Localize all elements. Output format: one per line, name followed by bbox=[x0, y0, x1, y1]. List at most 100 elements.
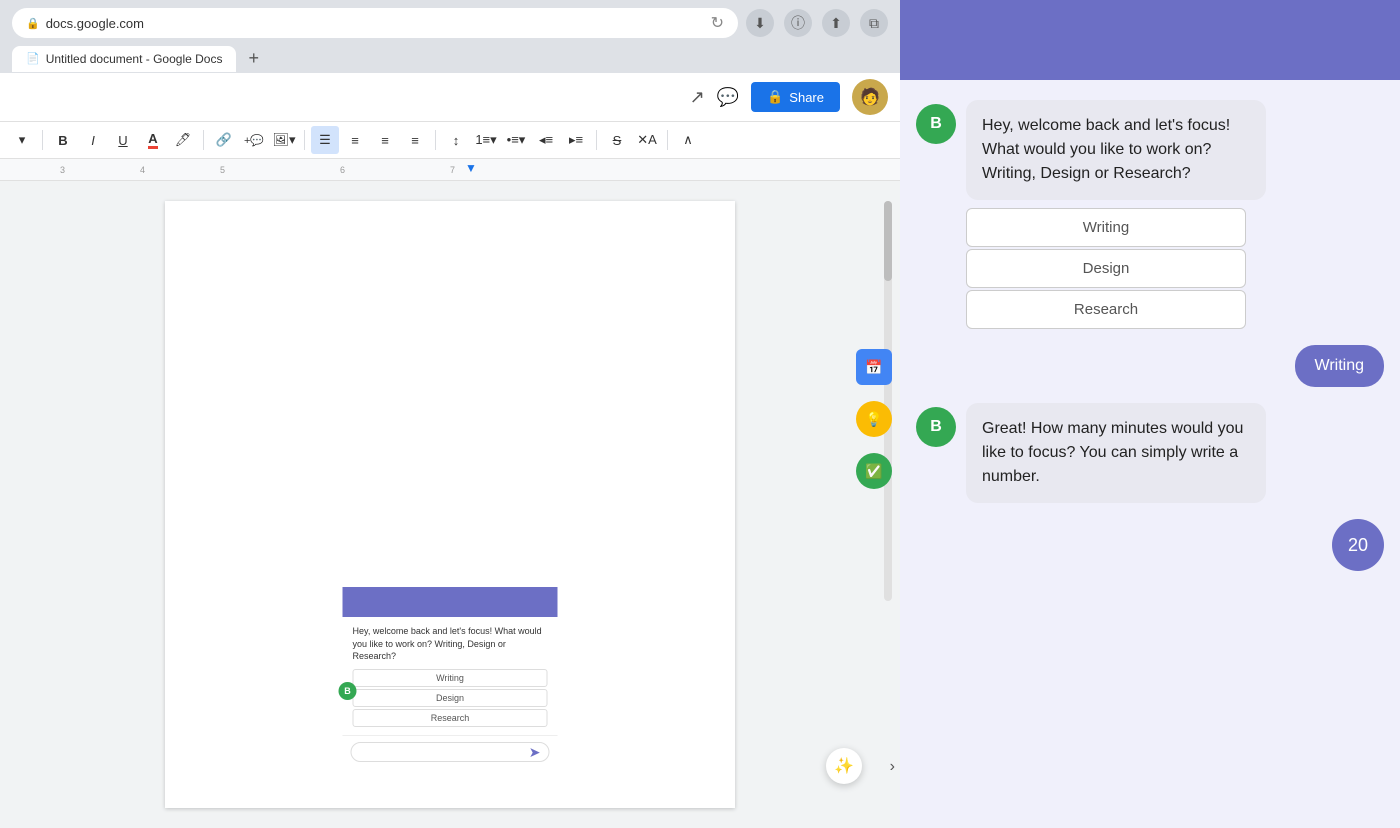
option-design[interactable]: Design bbox=[966, 249, 1246, 288]
ruler-tick-7: 7 bbox=[450, 165, 455, 175]
underline-button[interactable]: U bbox=[109, 126, 137, 154]
bot-avatar-1: B bbox=[916, 104, 956, 144]
align-center-button[interactable]: ≡ bbox=[341, 126, 369, 154]
embedded-chat-container: Hey, welcome back and let's focus! What … bbox=[343, 587, 558, 768]
embedded-option-design[interactable]: Design bbox=[353, 689, 548, 707]
collapse-toolbar-button[interactable]: ∧ bbox=[674, 126, 702, 154]
ruler-tick-6: 6 bbox=[340, 165, 345, 175]
highlight-button[interactable]: 🖊 bbox=[169, 126, 197, 154]
separator3 bbox=[304, 130, 305, 150]
embedded-chat-body: Hey, welcome back and let's focus! What … bbox=[343, 617, 558, 735]
bot-options: Writing Design Research bbox=[966, 208, 1266, 329]
embedded-chat-options: Writing Design Research bbox=[353, 669, 548, 727]
bullet-list-button[interactable]: •≡▾ bbox=[502, 126, 530, 154]
tab-title: Untitled document - Google Docs bbox=[46, 52, 223, 66]
embedded-option-writing[interactable]: Writing bbox=[353, 669, 548, 687]
bot-bubble-1: Hey, welcome back and let's focus! What … bbox=[966, 100, 1266, 329]
embedded-option-research[interactable]: Research bbox=[353, 709, 548, 727]
tab-bar: 📄 Untitled document - Google Docs + bbox=[12, 44, 888, 73]
bot-bubble-2: Great! How many minutes would you like t… bbox=[966, 403, 1266, 503]
ruler: 3 4 5 6 7 ▼ bbox=[0, 159, 900, 181]
numbered-list-button[interactable]: 1≡▾ bbox=[472, 126, 500, 154]
magic-button[interactable]: ✨ bbox=[826, 748, 862, 784]
bot-minutes-text: Great! How many minutes would you like t… bbox=[982, 417, 1250, 489]
strikethrough-button[interactable]: S bbox=[603, 126, 631, 154]
decrease-indent-button[interactable]: ◂≡ bbox=[532, 126, 560, 154]
expand-arrow[interactable]: › bbox=[890, 758, 895, 776]
add-comment-button[interactable]: +💬 bbox=[240, 126, 268, 154]
link-button[interactable]: 🔗 bbox=[210, 126, 238, 154]
send-icon[interactable]: ➤ bbox=[529, 744, 541, 761]
docs-area: ↗ 💬 🔒 Share 🧑 ▾ B I U A 🖊 🔗 +💬 🖼▾ ☰ bbox=[0, 73, 900, 828]
ruler-tick-5: 5 bbox=[220, 165, 225, 175]
active-tab[interactable]: 📄 Untitled document - Google Docs bbox=[12, 46, 236, 72]
increase-indent-button[interactable]: ▸≡ bbox=[562, 126, 590, 154]
align-left-button[interactable]: ☰ bbox=[311, 126, 339, 154]
doc-canvas: Hey, welcome back and let's focus! What … bbox=[0, 181, 900, 828]
address-bar[interactable]: 🔒 docs.google.com ↻ bbox=[12, 8, 738, 38]
calendar-icon[interactable]: 📅 bbox=[856, 349, 892, 385]
separator2 bbox=[203, 130, 204, 150]
bot-message-1: B Hey, welcome back and let's focus! Wha… bbox=[916, 100, 1384, 329]
font-dropdown[interactable]: ▾ bbox=[8, 126, 36, 154]
italic-button[interactable]: I bbox=[79, 126, 107, 154]
user-message-number: 20 bbox=[916, 519, 1384, 571]
embedded-chat-input[interactable]: ➤ bbox=[351, 742, 550, 762]
url-text: docs.google.com bbox=[46, 16, 144, 31]
bulb-icon[interactable]: 💡 bbox=[856, 401, 892, 437]
bold-button[interactable]: B bbox=[49, 126, 77, 154]
doc-page[interactable]: Hey, welcome back and let's focus! What … bbox=[165, 201, 735, 808]
user-number-bubble: 20 bbox=[1332, 519, 1384, 571]
info-icon[interactable]: ⓘ bbox=[784, 9, 812, 37]
ruler-tab-stop: ▼ bbox=[465, 161, 477, 175]
separator bbox=[42, 130, 43, 150]
separator4 bbox=[435, 130, 436, 150]
avatar[interactable]: 🧑 bbox=[852, 79, 888, 115]
align-justify-button[interactable]: ≡ bbox=[401, 126, 429, 154]
embedded-bot-avatar: B bbox=[339, 682, 357, 700]
right-icons-panel: 📅 💡 ✅ bbox=[848, 341, 900, 497]
ruler-tick-4: 4 bbox=[140, 165, 145, 175]
user-message-writing: Writing bbox=[916, 345, 1384, 387]
bot-bubble-content-1: Hey, welcome back and let's focus! What … bbox=[966, 100, 1266, 200]
line-spacing-button[interactable]: ↕ bbox=[442, 126, 470, 154]
lock-share-icon: 🔒 bbox=[767, 89, 783, 105]
clear-format-button[interactable]: ✕A bbox=[633, 126, 661, 154]
embedded-chat-header bbox=[343, 587, 558, 617]
separator5 bbox=[596, 130, 597, 150]
scrollbar-thumb[interactable] bbox=[884, 201, 892, 281]
share-label: Share bbox=[789, 90, 824, 105]
separator6 bbox=[667, 130, 668, 150]
image-button[interactable]: 🖼▾ bbox=[270, 126, 298, 154]
embedded-chat-input-area: ➤ bbox=[343, 735, 558, 768]
option-writing[interactable]: Writing bbox=[966, 208, 1246, 247]
align-right-button[interactable]: ≡ bbox=[371, 126, 399, 154]
check-icon[interactable]: ✅ bbox=[856, 453, 892, 489]
browser-chrome: 🔒 docs.google.com ↻ ⬇ ⓘ ⬆ ⧉ 📄 Untitled d… bbox=[0, 0, 900, 73]
chat-header bbox=[900, 0, 1400, 80]
format-toolbar: ▾ B I U A 🖊 🔗 +💬 🖼▾ ☰ ≡ ≡ ≡ ↕ 1≡▾ •≡▾ ◂≡… bbox=[0, 122, 900, 159]
share-button[interactable]: 🔒 Share bbox=[751, 82, 840, 112]
comment-icon[interactable]: 💬 bbox=[717, 87, 739, 108]
tab-switcher-icon[interactable]: ⧉ bbox=[860, 9, 888, 37]
bot-avatar-2: B bbox=[916, 407, 956, 447]
chat-panel: B Hey, welcome back and let's focus! Wha… bbox=[900, 0, 1400, 828]
browser-action-icons: ⬇ ⓘ ⬆ ⧉ bbox=[746, 9, 888, 37]
bot-message-2: B Great! How many minutes would you like… bbox=[916, 403, 1384, 503]
trend-icon[interactable]: ↗ bbox=[690, 87, 705, 108]
browser-pane: 🔒 docs.google.com ↻ ⬇ ⓘ ⬆ ⧉ 📄 Untitled d… bbox=[0, 0, 900, 828]
refresh-icon[interactable]: ↻ bbox=[711, 13, 724, 33]
new-tab-button[interactable]: + bbox=[240, 44, 267, 73]
ruler-tick-3: 3 bbox=[60, 165, 65, 175]
download-icon[interactable]: ⬇ bbox=[746, 9, 774, 37]
embedded-chat-message: Hey, welcome back and let's focus! What … bbox=[353, 625, 548, 663]
bot-welcome-text: Hey, welcome back and let's focus! What … bbox=[982, 114, 1250, 186]
option-research[interactable]: Research bbox=[966, 290, 1246, 329]
lock-icon: 🔒 bbox=[26, 17, 40, 30]
share-browser-icon[interactable]: ⬆ bbox=[822, 9, 850, 37]
browser-top-bar: 🔒 docs.google.com ↻ ⬇ ⓘ ⬆ ⧉ bbox=[12, 8, 888, 38]
docs-toolbar-top: ↗ 💬 🔒 Share 🧑 bbox=[0, 73, 900, 122]
text-color-button[interactable]: A bbox=[139, 126, 167, 154]
chat-messages: B Hey, welcome back and let's focus! Wha… bbox=[900, 80, 1400, 828]
user-writing-bubble: Writing bbox=[1295, 345, 1385, 387]
